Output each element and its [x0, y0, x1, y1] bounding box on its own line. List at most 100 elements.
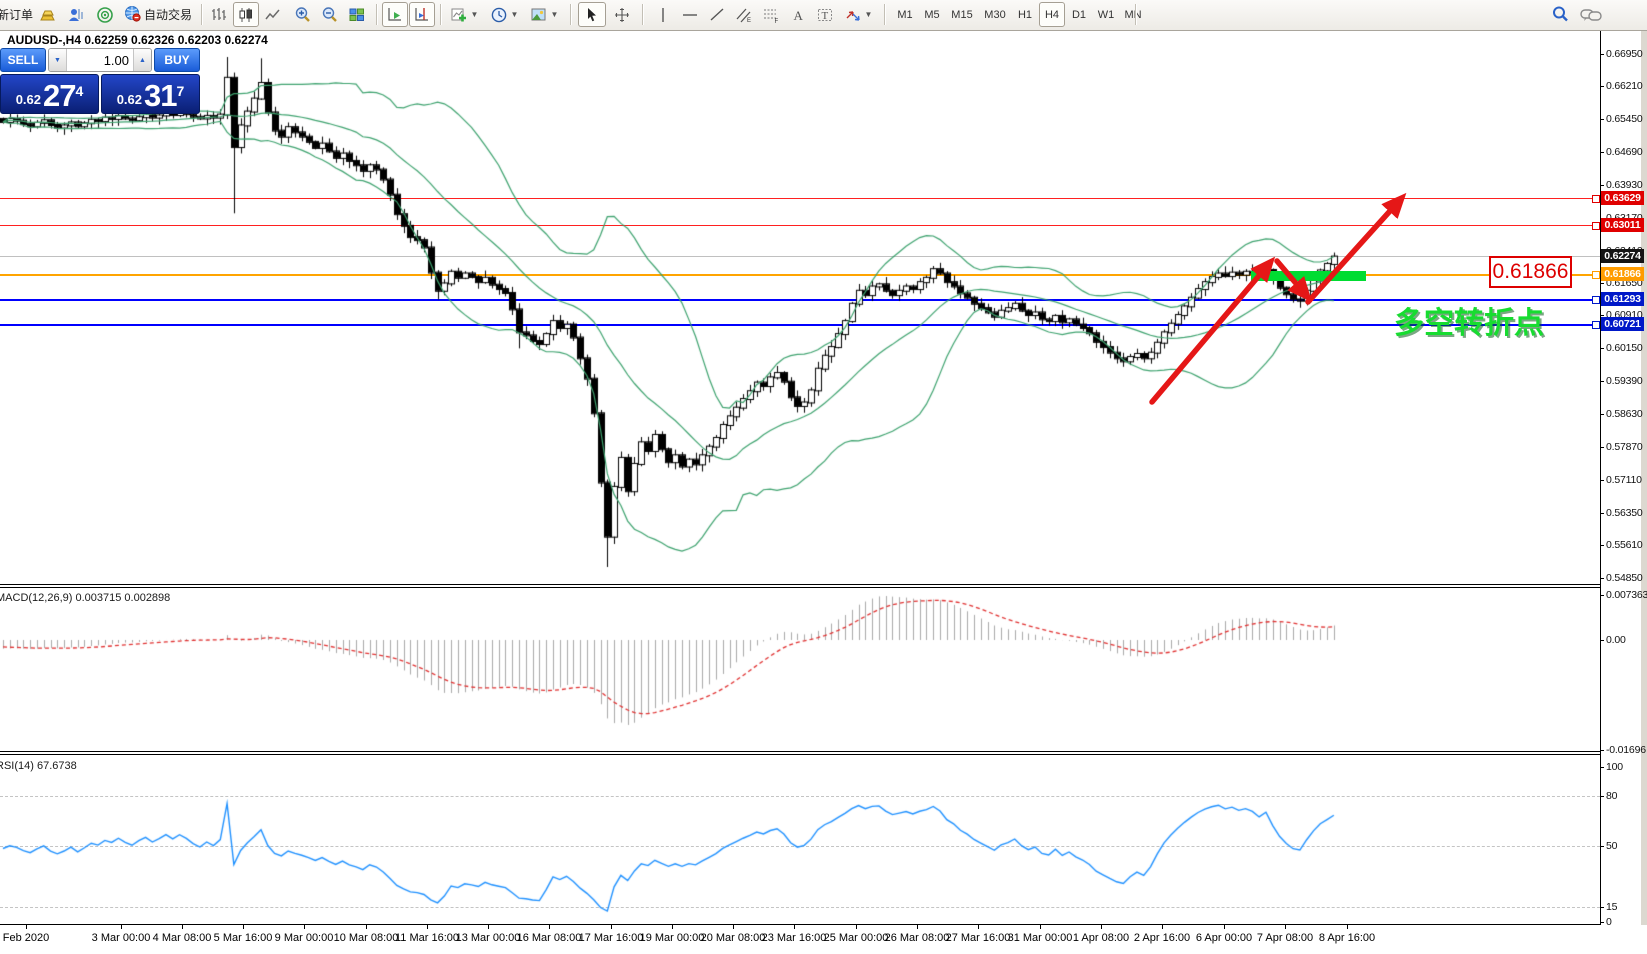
time-tick-mark: [733, 925, 734, 929]
auto-scroll-button[interactable]: [382, 2, 408, 27]
toolbar-separator: [376, 4, 378, 25]
crosshair-tool-button[interactable]: [608, 2, 636, 27]
data-window-button[interactable]: [64, 2, 90, 27]
buy-button[interactable]: BUY: [154, 48, 200, 72]
panel-separator[interactable]: [0, 587, 1600, 588]
price-tag-0.61866: 0.61866: [1601, 267, 1644, 281]
timeframe-M5[interactable]: M5: [919, 2, 945, 27]
arrows-tool-button[interactable]: ▼: [839, 2, 877, 27]
cursor-tool-button[interactable]: [578, 2, 606, 27]
volume-spinner: ▼ ▲: [48, 48, 152, 72]
sell-price-sup: 4: [76, 83, 84, 99]
timeframe-MN[interactable]: MN: [1120, 2, 1146, 27]
panel-separator[interactable]: [0, 584, 1600, 585]
line-chart-mode-button[interactable]: [260, 2, 286, 27]
vertical-line-tool-button[interactable]: [650, 2, 676, 27]
time-tick-mark: [243, 925, 244, 929]
toolbar-separator: [440, 4, 442, 25]
zoom-out-button[interactable]: [317, 2, 343, 27]
zoom-in-icon: [294, 6, 312, 24]
time-tick-mark: [488, 925, 489, 929]
timeframe-D1[interactable]: D1: [1066, 2, 1092, 27]
search-button[interactable]: [1546, 2, 1574, 27]
periods-button[interactable]: ▼: [486, 2, 522, 27]
axis-tick-mark: [1600, 54, 1604, 55]
panel-separator[interactable]: [0, 754, 1600, 755]
toolbar-separator: [1135, 4, 1137, 25]
buy-price-small: 0.62: [117, 90, 142, 110]
zoom-in-button[interactable]: [290, 2, 316, 27]
price-tick-label: 0.66210: [1606, 80, 1646, 92]
candlestick-mode-button[interactable]: [233, 2, 259, 27]
globe-stop-icon: [124, 5, 141, 25]
chat-button[interactable]: [1576, 2, 1606, 27]
trendline-tool-button[interactable]: [704, 2, 730, 27]
market-watch-button[interactable]: [36, 2, 62, 27]
time-tick-mark: [549, 925, 550, 929]
time-tick-mark: [182, 925, 183, 929]
add-indicator-icon: [450, 6, 468, 24]
price-tick-label: 0.65450: [1606, 113, 1646, 125]
sell-price-big: 27: [43, 82, 75, 110]
axis-tick-mark: [1600, 283, 1604, 284]
indicator-tick-label: 15: [1606, 901, 1646, 913]
text-label-tool-button[interactable]: T: [812, 2, 838, 27]
tile-windows-button[interactable]: [344, 2, 370, 27]
timeframe-M30[interactable]: M30: [979, 2, 1011, 27]
indicators-button[interactable]: ▼: [446, 2, 482, 27]
timeframe-W1[interactable]: W1: [1093, 2, 1119, 27]
signal-icon: [96, 6, 114, 24]
timeframe-H1[interactable]: H1: [1012, 2, 1038, 27]
axis-tick-mark: [1600, 348, 1604, 349]
autotrading-button[interactable]: 自动交易: [120, 2, 196, 27]
chevron-down-icon: ▼: [865, 11, 873, 19]
time-tick-mark: [672, 925, 673, 929]
sell-label: SELL: [8, 53, 39, 67]
buy-price-button[interactable]: 0.62 31 7: [101, 74, 200, 114]
arrow-objects-icon: [844, 6, 862, 24]
horizontal-line-tool-button[interactable]: [677, 2, 703, 27]
axis-tick-mark: [1600, 578, 1604, 579]
price-tag-0.63629: 0.63629: [1601, 191, 1644, 205]
axis-tick-mark: [1600, 381, 1604, 382]
bar-chart-mode-button[interactable]: [206, 2, 232, 27]
timeframe-M15[interactable]: M15: [946, 2, 978, 27]
macd-canvas: [0, 588, 1600, 751]
price-tag-0.62274: 0.62274: [1601, 249, 1644, 263]
equidistant-channel-icon: E: [735, 6, 753, 24]
indicator-tick-label: 80: [1606, 790, 1646, 802]
volume-increase-button[interactable]: ▲: [133, 49, 151, 71]
toolbar-separator: [642, 4, 644, 25]
time-tick-label: 25 Mar 00:00: [824, 932, 889, 944]
toolbar: 新订单 自动交易: [0, 0, 1647, 31]
chevron-down-icon: ▼: [511, 11, 519, 19]
price-callout-box: 0.61866: [1489, 256, 1572, 288]
timeframe-M1[interactable]: M1: [892, 2, 918, 27]
axis-tick-mark: [1600, 86, 1604, 87]
panel-separator[interactable]: [0, 751, 1600, 752]
templates-button[interactable]: ▼: [526, 2, 562, 27]
time-tick-label: 5 Mar 16:00: [214, 932, 273, 944]
axis-tick-mark: [1600, 152, 1604, 153]
sell-button[interactable]: SELL: [0, 48, 46, 72]
fibonacci-tool-button[interactable]: F: [758, 2, 784, 27]
timeframe-H4[interactable]: H4: [1039, 2, 1065, 27]
chat-bubbles-icon: [1580, 6, 1602, 24]
fibonacci-icon: F: [762, 6, 780, 24]
navigator-button[interactable]: [92, 2, 118, 27]
volume-decrease-button[interactable]: ▼: [49, 49, 67, 71]
tag-connector-square: [1592, 222, 1600, 230]
chart-shift-button[interactable]: [409, 2, 435, 27]
time-tick-mark: [1285, 925, 1286, 929]
axis-tick-mark: [1600, 513, 1604, 514]
time-tick-label: Feb 2020: [3, 932, 49, 944]
time-tick-label: 10 Mar 08:00: [334, 932, 399, 944]
time-tick-mark: [366, 925, 367, 929]
axis-tick-mark: [1600, 480, 1604, 481]
channel-tool-button[interactable]: E: [731, 2, 757, 27]
indicator-tick-label: 0.00: [1606, 634, 1646, 646]
gold-bars-icon: [40, 6, 58, 24]
text-tool-button[interactable]: A: [785, 2, 811, 27]
volume-input[interactable]: [67, 49, 133, 71]
sell-price-button[interactable]: 0.62 27 4: [0, 74, 99, 114]
